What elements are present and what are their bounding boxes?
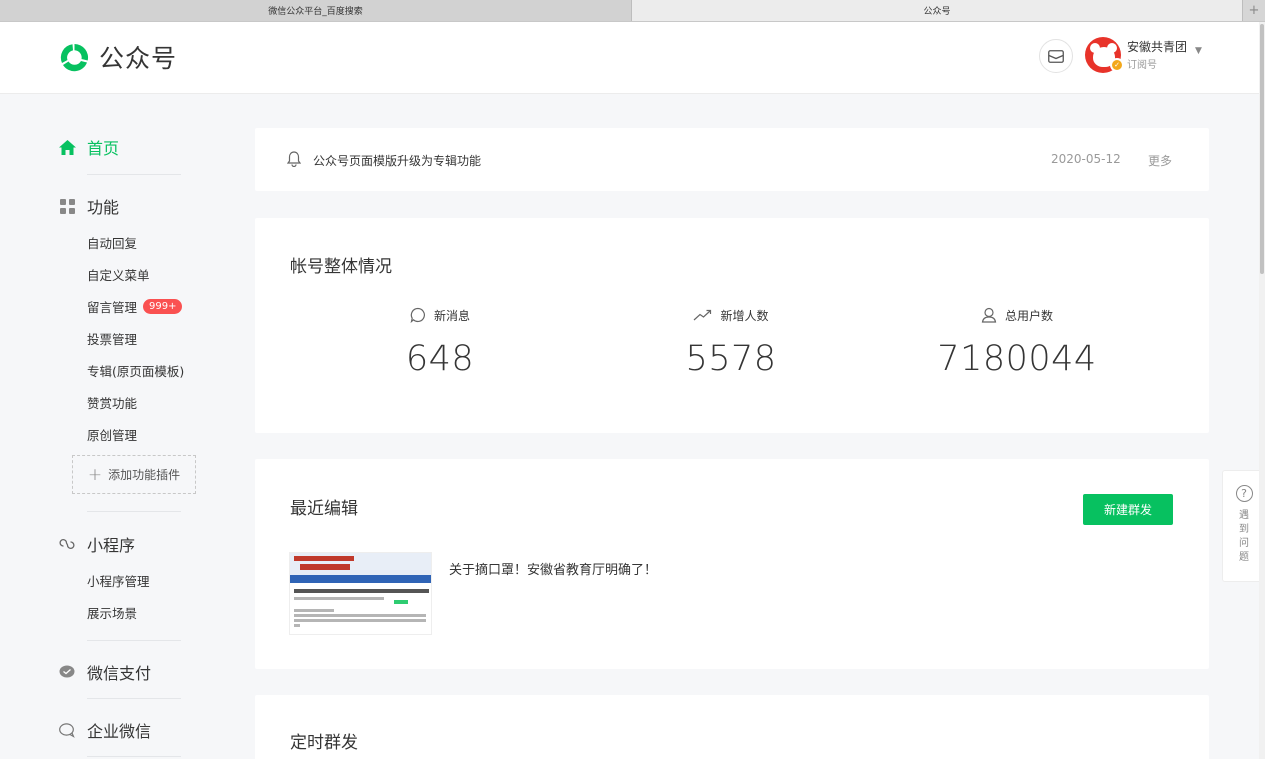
sidebar-item-custom-menu[interactable]: 自定义菜单 — [87, 265, 150, 284]
sidebar-item-voting[interactable]: 投票管理 — [87, 329, 137, 348]
link-icon — [58, 535, 76, 553]
divider — [87, 511, 181, 512]
count-badge: 999+ — [143, 299, 183, 314]
stat-value: 648 — [405, 339, 475, 379]
sidebar-item-mini-program[interactable]: 小程序 — [58, 532, 135, 556]
wechat-mp-logo-icon — [60, 43, 89, 71]
add-plugin-button[interactable]: + 添加功能插件 — [72, 455, 196, 494]
chat-bubble-icon — [58, 721, 76, 739]
sidebar-item-label: 微信支付 — [87, 664, 152, 683]
grid-icon — [58, 197, 76, 215]
message-icon — [410, 307, 425, 323]
sidebar-item-features[interactable]: 功能 — [58, 194, 119, 218]
sidebar-item-label: 首页 — [87, 139, 120, 158]
divider — [87, 174, 181, 175]
sidebar-item-label: 功能 — [87, 198, 120, 217]
account-type: 订阅号 — [1127, 60, 1157, 71]
sidebar-item-wechat-pay[interactable]: 微信支付 — [58, 660, 151, 684]
stat-label: 总用户数 — [1004, 308, 1053, 323]
stat-value: 5578 — [685, 339, 777, 379]
stat-new-messages[interactable]: 新消息 648 — [310, 306, 570, 379]
scrollbar-thumb[interactable] — [1260, 24, 1264, 274]
sidebar-item-label: 企业微信 — [87, 722, 152, 741]
sidebar-item-auto-reply[interactable]: 自动回复 — [87, 233, 137, 252]
top-header: 公众号 ✓ 安徽共青团 订阅号 ▼ — [0, 22, 1265, 94]
divider — [87, 698, 181, 699]
sidebar-item-display-scenes[interactable]: 展示场景 — [87, 603, 137, 622]
new-broadcast-button[interactable]: 新建群发 — [1083, 494, 1173, 525]
logo[interactable]: 公众号 — [58, 39, 177, 75]
sidebar-item-albums[interactable]: 专辑(原页面模板) — [87, 361, 184, 380]
divider — [87, 640, 181, 641]
home-icon — [58, 138, 76, 156]
section-title: 帐号整体情况 — [290, 257, 392, 277]
sidebar-item-original[interactable]: 原创管理 — [87, 425, 137, 444]
chevron-down-icon[interactable]: ▼ — [1195, 46, 1202, 56]
stat-label: 新消息 — [433, 308, 470, 323]
account-name[interactable]: 安徽共青团 — [1127, 38, 1187, 55]
announcement-bar: 公众号页面模版升级为专辑功能 2020-05-12 更多 — [255, 128, 1209, 191]
stat-value: 7180044 — [937, 339, 1097, 379]
section-title: 最近编辑 — [290, 499, 358, 519]
new-tab-button[interactable]: + — [1242, 0, 1265, 21]
sidebar-item-reward[interactable]: 赞赏功能 — [87, 393, 137, 412]
scheduled-broadcast-card: 定时群发 — [255, 695, 1209, 759]
mail-icon — [1048, 49, 1064, 63]
mail-button[interactable] — [1039, 39, 1073, 73]
scrollbar[interactable] — [1259, 22, 1265, 759]
sidebar-item-comments[interactable]: 留言管理 999+ — [87, 297, 183, 316]
recent-edits-card: 最近编辑 新建群发 关于摘口罩！安徽省教育厅明确了！ — [255, 459, 1209, 669]
browser-tab-strip: 微信公众平台_百度搜索 公众号 + — [0, 0, 1265, 22]
plus-icon: + — [87, 464, 103, 485]
sidebar-item-label: 留言管理 — [87, 300, 138, 315]
help-text: 遇到问题 — [1239, 510, 1249, 563]
announcement-date: 2020-05-12 — [1051, 152, 1121, 166]
stat-total-users[interactable]: 总用户数 7180044 — [887, 306, 1147, 379]
trend-icon — [694, 309, 712, 321]
user-icon — [981, 307, 997, 323]
stat-label: 新增人数 — [720, 308, 769, 323]
browser-tab-active[interactable]: 公众号 — [632, 0, 1242, 21]
sidebar-item-home[interactable]: 首页 — [58, 135, 119, 159]
question-icon: ? — [1235, 485, 1253, 502]
section-title: 定时群发 — [290, 733, 358, 753]
divider — [87, 756, 181, 757]
bell-icon — [287, 151, 301, 167]
sidebar-item-mini-program-manage[interactable]: 小程序管理 — [87, 571, 150, 590]
verified-badge-icon: ✓ — [1110, 58, 1124, 72]
announcement-text[interactable]: 公众号页面模版升级为专辑功能 — [313, 152, 481, 169]
sidebar-item-enterprise-wechat[interactable]: 企业微信 — [58, 718, 151, 742]
add-plugin-label: 添加功能插件 — [108, 468, 181, 482]
account-overview-card: 帐号整体情况 新消息 648 新增人数 5578 总用户数 7180044 — [255, 218, 1209, 433]
logo-text: 公众号 — [99, 44, 178, 73]
article-thumbnail[interactable] — [289, 552, 432, 635]
article-title[interactable]: 关于摘口罩！安徽省教育厅明确了！ — [449, 559, 657, 578]
sidebar-item-label: 小程序 — [87, 536, 136, 555]
sidebar: 首页 功能 自动回复 自定义菜单 留言管理 999+ 投票管理 专辑(原页面模板… — [0, 95, 220, 759]
browser-tab[interactable]: 微信公众平台_百度搜索 — [0, 0, 632, 21]
wechat-pay-icon — [58, 663, 76, 681]
stat-new-followers[interactable]: 新增人数 5578 — [601, 306, 861, 380]
more-link[interactable]: 更多 — [1148, 152, 1172, 169]
